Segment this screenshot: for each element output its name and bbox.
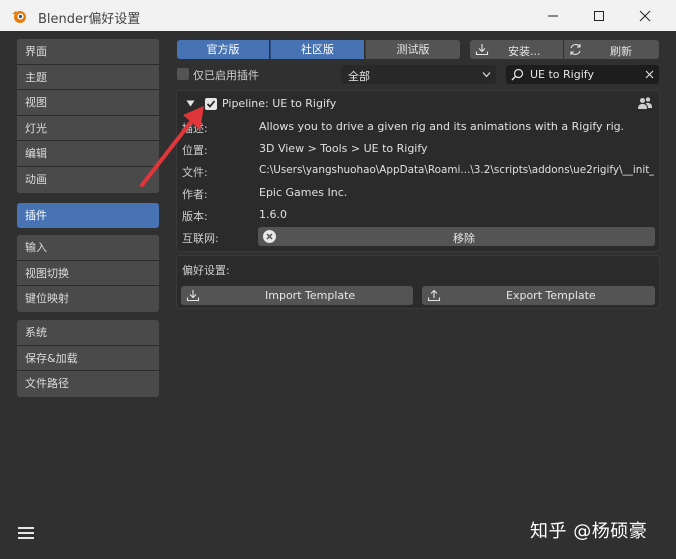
preferences-label: 偏好设置: (182, 264, 230, 277)
category-value: 全部 (348, 70, 370, 83)
export-icon (427, 289, 441, 302)
category-dropdown[interactable]: 全部 (341, 65, 496, 84)
window-title: Blender偏好设置 (38, 12, 141, 27)
maximize-icon (594, 10, 604, 21)
export-template-button[interactable]: Export Template (422, 286, 655, 305)
file-path-value: C:\Users\yangshuohao\AppData\Roami...\3.… (259, 164, 654, 176)
refresh-icon (570, 44, 581, 55)
description-value: Allows you to drive a given rig and its … (259, 120, 625, 133)
sidebar-item-file-paths[interactable]: 文件路径 (17, 371, 159, 397)
sidebar-item-interface[interactable]: 界面 (17, 39, 159, 65)
clear-search-icon[interactable] (645, 70, 654, 79)
community-users-icon (638, 97, 652, 109)
version-value: 1.6.0 (259, 208, 287, 221)
remove-label: 移除 (453, 232, 475, 245)
only-enabled-checkbox[interactable] (177, 68, 189, 80)
sidebar-group-system: 系统 保存&加载 文件路径 (17, 320, 159, 397)
search-value: UE to Rigify (530, 68, 594, 81)
sidebar-item-keymap[interactable]: 键位映射 (17, 286, 159, 312)
import-icon (186, 290, 200, 302)
tab-community[interactable]: 社区版 (270, 40, 364, 59)
title-bar: Blender偏好设置 (0, 0, 676, 31)
tab-official[interactable]: 官方版 (177, 40, 269, 59)
sidebar-item-system[interactable]: 系统 (17, 320, 159, 346)
internet-label: 互联网: (182, 232, 219, 245)
sidebar-item-addons[interactable]: 插件 (17, 203, 159, 228)
tab-testing[interactable]: 测试版 (365, 40, 460, 59)
sidebar-item-themes[interactable]: 主题 (17, 64, 159, 91)
sidebar-item-input[interactable]: 输入 (17, 235, 159, 261)
sidebar-item-save-load[interactable]: 保存&加载 (17, 345, 159, 372)
remove-button[interactable]: 移除 (258, 227, 655, 246)
version-label: 版本: (182, 210, 208, 223)
watermark-text: 知乎 @杨硕豪 (530, 521, 648, 542)
close-button[interactable] (622, 0, 668, 31)
remove-x-circle-icon (263, 230, 276, 243)
only-enabled-label: 仅已启用插件 (193, 69, 259, 82)
location-value: 3D View > Tools > UE to Rigify (259, 142, 428, 155)
refresh-button[interactable]: 刷新 (564, 40, 659, 59)
search-icon (511, 68, 524, 81)
download-icon (475, 44, 489, 56)
minimize-icon (548, 15, 558, 16)
annotation-arrow-icon (140, 106, 204, 187)
refresh-label: 刷新 (610, 45, 632, 58)
install-label: 安装... (508, 45, 541, 58)
sidebar-group-input: 输入 视图切换 键位映射 (17, 235, 159, 312)
blender-logo-icon (12, 11, 26, 23)
hamburger-menu-icon[interactable] (18, 526, 34, 540)
close-icon (639, 10, 651, 21)
import-template-button[interactable]: Import Template (181, 286, 413, 305)
export-template-label: Export Template (506, 289, 596, 302)
search-input[interactable]: UE to Rigify (506, 65, 659, 84)
install-button[interactable]: 安装... (470, 40, 563, 59)
addon-name: Pipeline: UE to Rigify (222, 97, 337, 110)
author-value: Epic Games Inc. (259, 186, 348, 199)
chevron-down-icon (482, 72, 491, 78)
import-template-label: Import Template (265, 289, 356, 302)
minimize-button[interactable] (530, 0, 576, 31)
sidebar-item-navigation[interactable]: 视图切换 (17, 260, 159, 287)
maximize-button[interactable] (576, 0, 622, 31)
